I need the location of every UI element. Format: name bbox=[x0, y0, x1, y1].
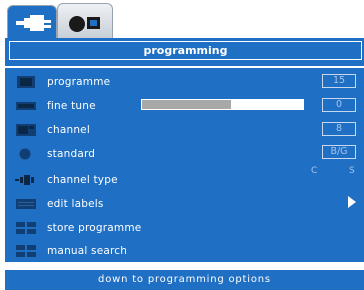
globe-screen-icon bbox=[69, 16, 100, 32]
keyboard-icon bbox=[16, 199, 36, 209]
store-grid-icon bbox=[16, 222, 36, 234]
menu-item-store-programme[interactable]: store programme bbox=[5, 216, 364, 240]
fine-tune-slider[interactable] bbox=[141, 99, 304, 110]
menu-item-edit-labels[interactable]: edit labels bbox=[5, 192, 364, 216]
channel-type-option-s[interactable]: S bbox=[349, 166, 355, 176]
menu-item-channel[interactable]: channel bbox=[5, 118, 364, 142]
menu-item-label: fine tune bbox=[47, 100, 96, 112]
menu-item-label: store programme bbox=[47, 222, 142, 234]
tab-programming[interactable] bbox=[7, 5, 57, 39]
fine-tune-slider-fill bbox=[142, 100, 231, 109]
footer-hint: down to programming options bbox=[98, 274, 271, 285]
menu-item-manual-search[interactable]: manual search bbox=[5, 239, 364, 263]
menu-item-label: programme bbox=[47, 76, 111, 88]
page-title: programming bbox=[9, 41, 362, 60]
chevron-right-icon[interactable] bbox=[347, 196, 357, 208]
menu-item-programme[interactable]: programme bbox=[5, 70, 364, 94]
plug-icon bbox=[15, 175, 34, 185]
tv-plug-icon bbox=[16, 15, 51, 31]
footer-hint-bar: down to programming options bbox=[5, 270, 364, 290]
menu-item-label: channel type bbox=[47, 174, 118, 186]
programme-value[interactable]: 15 bbox=[322, 74, 356, 88]
menu-item-label: channel bbox=[47, 124, 90, 136]
tv-icon bbox=[17, 76, 35, 88]
globe-icon bbox=[19, 148, 31, 160]
channel-screen-icon bbox=[16, 124, 36, 136]
menu-item-label: edit labels bbox=[47, 198, 104, 210]
channel-type-option-c[interactable]: C bbox=[311, 166, 317, 176]
standard-value[interactable]: B/G bbox=[322, 145, 356, 159]
menu-item-label: manual search bbox=[47, 245, 128, 257]
menu-item-label: standard bbox=[47, 148, 96, 160]
channel-value[interactable]: 8 bbox=[322, 122, 356, 136]
tab-settings[interactable] bbox=[57, 3, 113, 39]
fine-tune-value[interactable]: 0 bbox=[322, 98, 356, 112]
menu-item-standard[interactable]: standard bbox=[5, 142, 364, 166]
search-grid-icon bbox=[16, 245, 36, 257]
tune-bar-icon bbox=[16, 102, 36, 110]
